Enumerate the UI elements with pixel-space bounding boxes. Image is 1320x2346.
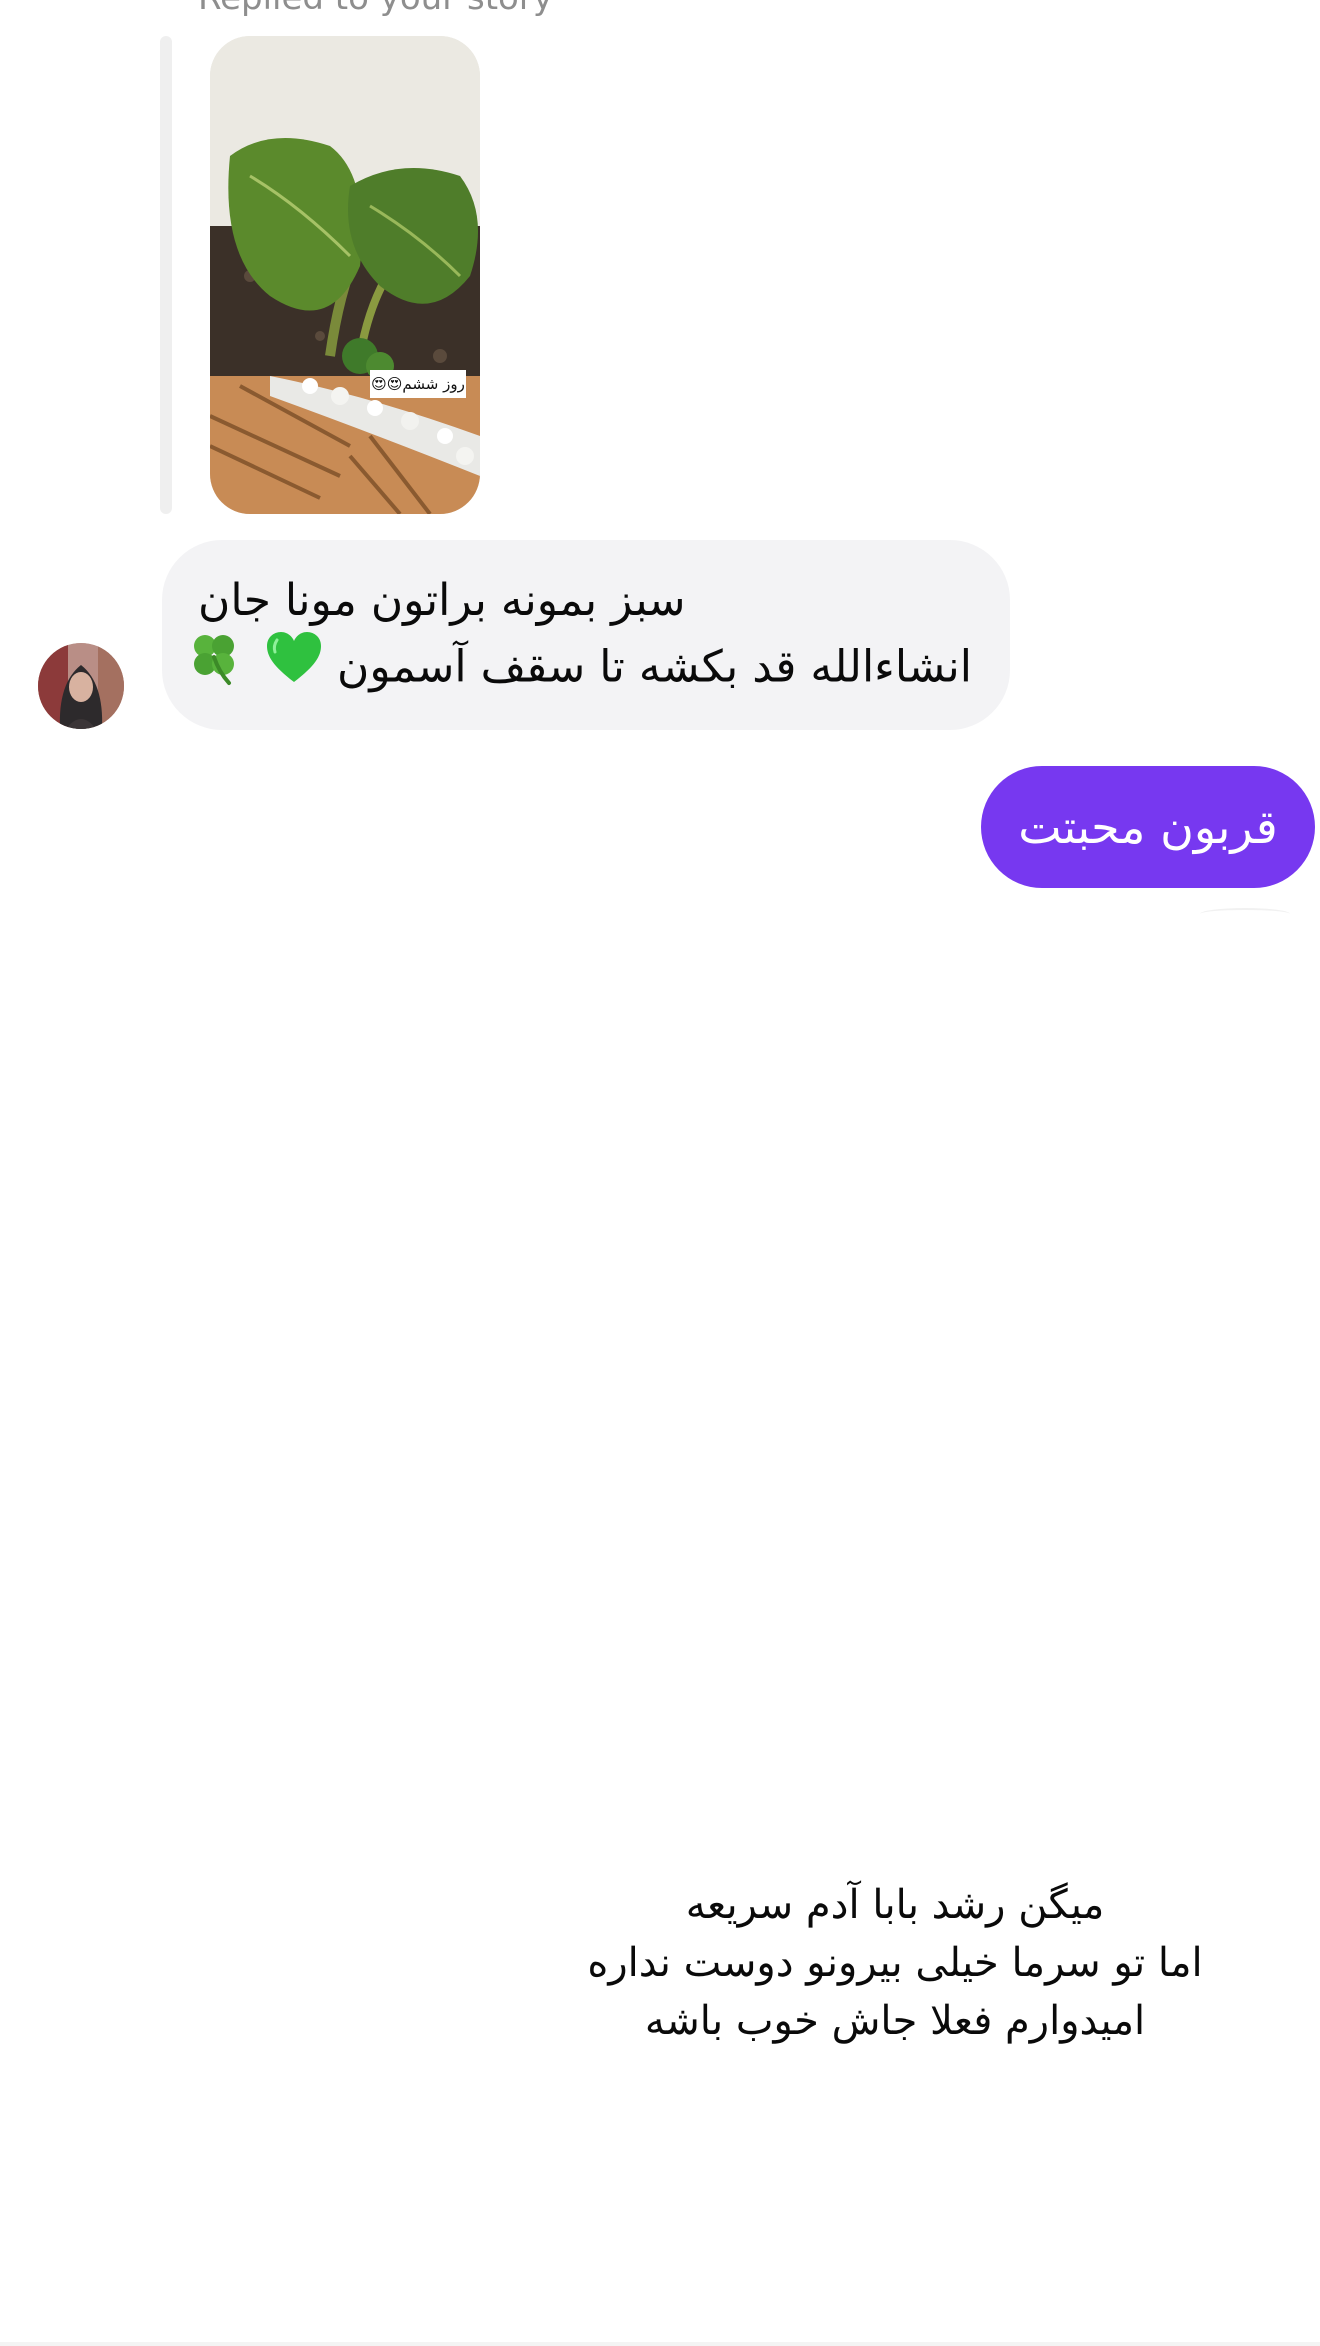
story-caption-sticker: روز ششم😍😍 bbox=[370, 370, 466, 398]
replied-to-story-label: Replied to your story bbox=[198, 0, 553, 18]
note-line-2: اما تو سرما خیلی بیرونو دوست نداره bbox=[587, 1940, 1203, 1986]
outgoing-message-tail bbox=[1200, 908, 1290, 920]
chat-thread: Replied to your story bbox=[0, 0, 1320, 2346]
green-heart-icon bbox=[265, 630, 323, 703]
outgoing-message-bubble[interactable]: قربون محبتت bbox=[981, 766, 1315, 888]
plant-photo-image bbox=[210, 36, 480, 514]
sender-avatar[interactable] bbox=[38, 643, 124, 729]
incoming-message-bubble[interactable]: سبز بمونه براتون مونا جان انشاءالله قد ب… bbox=[162, 540, 1010, 730]
note-line-3: امیدوارم فعلا جاش خوب باشه bbox=[644, 1998, 1146, 2044]
note-line-1: میگن رشد بابا آدم سریعه bbox=[685, 1882, 1105, 1928]
bottom-divider bbox=[0, 2342, 1320, 2346]
incoming-message-text-1: سبز بمونه براتون مونا جان bbox=[198, 575, 686, 626]
incoming-message-line-2: انشاءالله قد بکشه تا سقف آسمون bbox=[194, 632, 972, 705]
story-thumbnail[interactable]: روز ششم😍😍 bbox=[210, 36, 480, 514]
reply-indicator-bar bbox=[160, 36, 172, 514]
incoming-message-text-2: انشاءالله قد بکشه تا سقف آسمون bbox=[337, 641, 972, 693]
avatar-photo-image bbox=[38, 643, 124, 729]
four-leaf-clover-icon bbox=[185, 628, 243, 705]
handwritten-note: میگن رشد بابا آدم سریعه اما تو سرما خیلی… bbox=[570, 1876, 1220, 2050]
incoming-message-line-1: سبز بمونه براتون مونا جان bbox=[198, 568, 972, 634]
